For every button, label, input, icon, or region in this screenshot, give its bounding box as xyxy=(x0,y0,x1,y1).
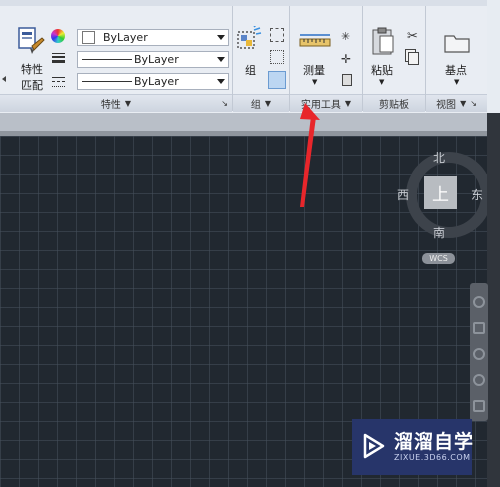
chevron-down-icon: ▼ xyxy=(344,99,352,108)
match-properties-label-1: 特性 xyxy=(21,63,43,76)
group-icon xyxy=(237,26,262,49)
linetype-icon[interactable] xyxy=(52,75,65,87)
chevron-down-icon: ▼ xyxy=(454,78,460,86)
view-panel-title-text: 视图 xyxy=(436,100,457,111)
base-point-icon xyxy=(444,35,470,53)
color-dropdown[interactable]: ByLayer xyxy=(77,29,229,46)
base-point-label: 基点 xyxy=(445,64,467,77)
utilities-panel-title-text: 实用工具 xyxy=(300,100,341,111)
viewcube-top-label: 上 xyxy=(432,185,449,205)
chevron-down-icon: ▼ xyxy=(264,99,272,108)
compass-south[interactable]: 南 xyxy=(433,224,445,241)
panel-launcher-icon[interactable]: ↘ xyxy=(221,99,228,108)
compass-east[interactable]: 东 xyxy=(471,186,483,203)
lineweight-icon[interactable] xyxy=(52,52,65,63)
color-value: ByLayer xyxy=(103,31,148,44)
color-swatch xyxy=(82,31,95,44)
group-button[interactable]: 组 xyxy=(235,26,265,92)
group-selection-icon[interactable] xyxy=(268,71,286,89)
chevron-down-icon: ▼ xyxy=(312,78,318,86)
chevron-down-icon: ▼ xyxy=(379,78,385,86)
linetype-dropdown[interactable]: ByLayer xyxy=(77,73,229,90)
properties-panel-title-text: 特性 xyxy=(100,100,121,111)
measure-button-label: 测量 xyxy=(303,64,325,77)
ribbon: 特性 匹配 ByLayer ByLayer ByLayer 特性 ▼ ↘ 组 组… xyxy=(0,0,500,114)
paste-button-label: 粘贴 xyxy=(371,64,393,77)
wcs-label: WCS xyxy=(429,254,448,263)
chevron-down-icon xyxy=(217,57,225,62)
window-right-edge-canvas xyxy=(487,113,500,487)
panel-launcher-icon[interactable]: ↘ xyxy=(470,99,477,108)
point-icon[interactable]: ✛ xyxy=(341,52,353,66)
measure-button[interactable]: 测量 ▼ xyxy=(296,26,334,92)
compass-west[interactable]: 西 xyxy=(397,186,409,203)
lineweight-sample xyxy=(82,59,132,60)
base-point-button[interactable]: 基点 ▼ xyxy=(438,26,478,92)
utilities-panel-title[interactable]: 实用工具 ▼ xyxy=(290,94,362,112)
chevron-down-icon: ▼ xyxy=(124,99,132,108)
color-wheel-icon[interactable] xyxy=(51,29,65,43)
wcs-menu-button[interactable]: WCS xyxy=(422,253,455,264)
ungroup-icon[interactable] xyxy=(270,28,284,42)
chevron-down-icon xyxy=(217,35,225,40)
match-properties-icon xyxy=(18,27,45,54)
pan-icon[interactable] xyxy=(473,322,485,334)
compass-north[interactable]: 北 xyxy=(433,149,445,166)
group-panel-title[interactable]: 组 ▼ xyxy=(233,94,289,112)
lineweight-value: ByLayer xyxy=(134,53,179,66)
zoom-extents-icon[interactable] xyxy=(473,348,485,360)
properties-panel-title[interactable]: 特性 ▼ ↘ xyxy=(0,94,232,112)
chevron-down-icon xyxy=(217,79,225,84)
watermark-url: ZIXUE.3D66.COM xyxy=(394,453,471,462)
showmotion-icon[interactable] xyxy=(473,400,485,412)
ruler-icon xyxy=(299,34,331,47)
chevron-down-icon: ▼ xyxy=(460,99,467,108)
paste-button[interactable]: 粘贴 ▼ xyxy=(366,26,400,92)
viewcube-top-face[interactable]: 上 xyxy=(424,176,457,209)
cut-icon[interactable]: ✂ xyxy=(407,29,418,44)
group-button-label: 组 xyxy=(245,64,256,77)
lineweight-dropdown[interactable]: ByLayer xyxy=(77,51,229,68)
copy-icon[interactable] xyxy=(408,52,419,65)
steering-wheel-icon[interactable] xyxy=(473,296,485,308)
orbit-icon[interactable] xyxy=(473,374,485,386)
clipboard-panel-title-text: 剪贴板 xyxy=(379,100,409,111)
ribbon-scroll-left-icon[interactable] xyxy=(2,76,6,82)
play-logo-icon xyxy=(363,433,385,459)
linetype-sample xyxy=(82,81,132,82)
group-edit-icon[interactable] xyxy=(270,50,284,64)
match-properties-label-2: 匹配 xyxy=(21,79,43,92)
watermark-name: 溜溜自学 xyxy=(394,431,475,453)
clipboard-panel-title[interactable]: 剪贴板 xyxy=(363,94,425,112)
linetype-value: ByLayer xyxy=(134,75,179,88)
clipboard-icon xyxy=(372,27,394,55)
quick-select-icon[interactable]: ✳ xyxy=(341,30,353,43)
view-panel-title[interactable]: 视图 ▼ ↘ xyxy=(426,94,487,112)
match-properties-button[interactable]: 特性 匹配 xyxy=(14,26,48,92)
group-panel-title-text: 组 xyxy=(250,100,261,111)
calculator-icon[interactable] xyxy=(342,74,352,86)
